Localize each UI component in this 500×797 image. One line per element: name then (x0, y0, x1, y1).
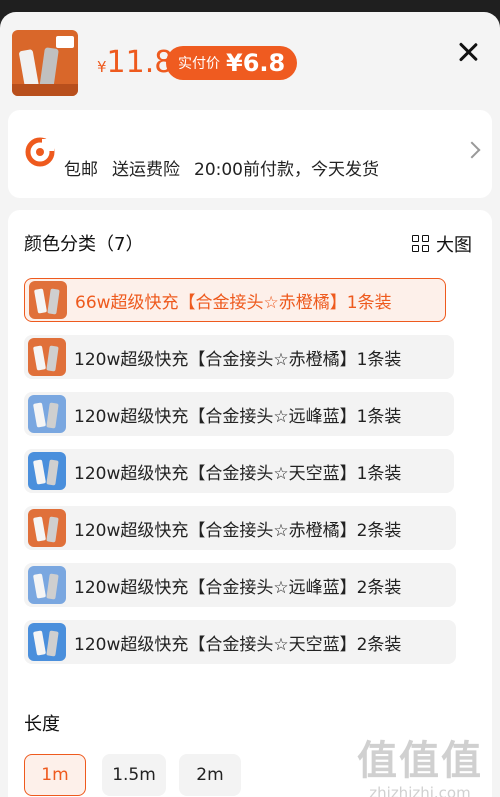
price-symbol: ¥ (97, 58, 107, 76)
color-option-label: 66w超级快充【合金接头☆赤橙橘】1条装 (75, 292, 392, 313)
shipping-text: 包邮 送运费险 20:00前付款，今天发货 (64, 155, 393, 180)
free-shipping-label: 包邮 (64, 160, 98, 180)
close-icon[interactable] (454, 38, 482, 66)
shipping-logo-icon (25, 137, 55, 167)
color-option-thumbnail (28, 395, 66, 433)
big-image-label: 大图 (436, 235, 472, 256)
final-price-badge: 实付价 ¥6.8 (166, 46, 298, 80)
dispatch-time-label: 20:00前付款，今天发货 (194, 160, 379, 180)
color-option[interactable]: 120w超级快充【合金接头☆赤橙橘】1条装 (24, 335, 454, 379)
big-image-toggle[interactable]: 大图 (412, 231, 472, 257)
length-option[interactable]: 1.5m (102, 754, 166, 796)
chevron-right-icon (463, 141, 481, 159)
color-option-thumbnail (28, 509, 66, 547)
color-option[interactable]: 120w超级快充【合金接头☆远峰蓝】1条装 (24, 392, 454, 436)
shipping-info-card[interactable]: 包邮 送运费险 20:00前付款，今天发货 (8, 110, 492, 198)
shipping-insurance-label: 送运费险 (112, 160, 180, 180)
color-option[interactable]: 120w超级快充【合金接头☆赤橙橘】2条装 (24, 506, 456, 550)
color-option-label: 120w超级快充【合金接头☆天空蓝】1条装 (74, 463, 402, 484)
length-option[interactable]: 2m (179, 754, 241, 796)
color-option-thumbnail (29, 281, 67, 319)
watermark: 值值值 zhizhizhi.com (357, 738, 483, 797)
options-card: 颜色分类（7） 大图 66w超级快充【合金接头☆赤橙橘】1条装 120w超级快充【… (8, 210, 492, 797)
color-option-thumbnail (28, 452, 66, 490)
color-option[interactable]: 120w超级快充【合金接头☆远峰蓝】2条装 (24, 563, 456, 607)
original-price: ¥11.8 (97, 45, 173, 80)
product-thumbnail[interactable] (12, 30, 78, 96)
color-section-title: 颜色分类（7） (24, 234, 144, 255)
price-value: 11.8 (106, 45, 174, 80)
color-option-label: 120w超级快充【合金接头☆天空蓝】2条装 (74, 634, 402, 655)
final-price-label: 实付价 (178, 56, 220, 72)
color-option-thumbnail (28, 623, 66, 661)
length-section-title: 长度 (24, 714, 60, 735)
color-option-label: 120w超级快充【合金接头☆远峰蓝】2条装 (74, 577, 402, 598)
color-option-label: 120w超级快充【合金接头☆赤橙橘】1条装 (74, 349, 402, 370)
color-option[interactable]: 66w超级快充【合金接头☆赤橙橘】1条装 (24, 278, 446, 322)
color-option[interactable]: 120w超级快充【合金接头☆天空蓝】2条装 (24, 620, 456, 664)
final-price-value: ¥6.8 (226, 49, 286, 77)
grid-icon (412, 235, 430, 253)
color-option-label: 120w超级快充【合金接头☆远峰蓝】1条装 (74, 406, 402, 427)
color-option[interactable]: 120w超级快充【合金接头☆天空蓝】1条装 (24, 449, 454, 493)
color-option-label: 120w超级快充【合金接头☆赤橙橘】2条装 (74, 520, 402, 541)
color-option-thumbnail (28, 338, 66, 376)
sku-selector-sheet: ¥11.8 实付价 ¥6.8 包邮 送运费险 20:00前付款，今天发货 颜色分类（… (0, 12, 500, 797)
length-option[interactable]: 1m (24, 754, 86, 796)
color-option-thumbnail (28, 566, 66, 604)
